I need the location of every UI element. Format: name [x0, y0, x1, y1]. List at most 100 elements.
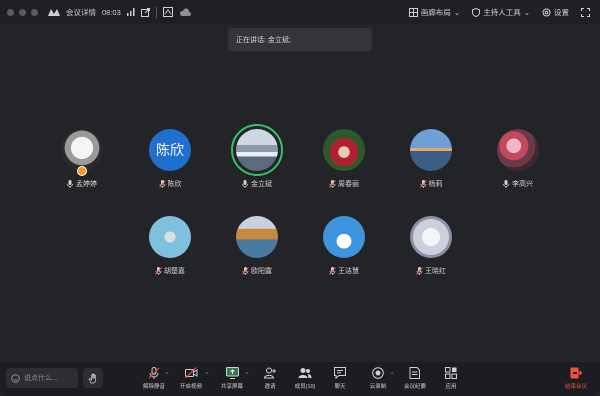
mic-off-icon: [329, 180, 336, 188]
avatar: [149, 216, 191, 258]
host-tools-button[interactable]: 主持人工具 ⌄: [472, 7, 530, 18]
participant-tile[interactable]: 陈欣 陈欣: [140, 129, 200, 189]
end-meeting-button[interactable]: 结束会议: [558, 367, 594, 390]
host-badge-icon: [77, 166, 87, 176]
avatar: [236, 129, 278, 171]
participant-tile[interactable]: 孟婷婷: [52, 129, 112, 189]
meeting-toolbar: 说点什么... 解除静音 ^ 开启视频 ^ 共享屏幕 ^ 邀请 成员(10) 聊…: [0, 362, 600, 396]
apps-grid-icon: [445, 367, 457, 379]
shield-icon: [472, 7, 481, 17]
share-screen-button[interactable]: 共享屏幕: [214, 367, 250, 390]
chevron-up-icon[interactable]: ^: [391, 372, 393, 378]
settings-button[interactable]: 设置: [542, 7, 569, 18]
participant-name: 杨莉: [428, 181, 443, 188]
members-button[interactable]: 成员(10): [287, 367, 323, 390]
zoom-window-button[interactable]: [31, 8, 38, 16]
record-icon: [372, 367, 384, 379]
mic-off-icon: [329, 267, 336, 275]
mic-on-icon: [67, 180, 73, 188]
mic-off-icon: [155, 267, 162, 275]
participant-name: 欧阳露: [251, 268, 272, 275]
chat-input[interactable]: 说点什么...: [6, 368, 78, 388]
minimize-window-button[interactable]: [19, 8, 26, 16]
divider: [155, 6, 157, 18]
apps-label: 应用: [445, 384, 457, 390]
raise-hand-button[interactable]: [83, 368, 103, 388]
chevron-up-icon[interactable]: ^: [206, 372, 208, 378]
close-window-button[interactable]: [7, 8, 14, 16]
participant-name: 孟婷婷: [76, 181, 97, 188]
chevron-up-icon[interactable]: ^: [246, 372, 248, 378]
host-tools-label: 主持人工具: [483, 7, 521, 17]
participant-name: 王晓红: [425, 268, 446, 275]
participant-tile[interactable]: 欧阳露: [227, 216, 287, 276]
meeting-minutes-button[interactable]: 会议纪要: [397, 367, 433, 390]
participant-name: 金立斌: [251, 181, 272, 188]
invite-icon: [264, 367, 276, 379]
avatar: [236, 216, 278, 258]
chat-placeholder: 说点什么...: [24, 375, 58, 382]
chevron-down-icon: ⌄: [523, 7, 530, 17]
apps-button[interactable]: 应用: [433, 367, 469, 390]
gear-icon: [542, 8, 551, 17]
end-meeting-label: 结束会议: [564, 384, 587, 390]
participant-name: 王洁慧: [338, 268, 359, 275]
mic-off-icon: [416, 267, 423, 275]
avatar: [497, 129, 539, 171]
cloud-record-label: 云录制: [369, 384, 387, 390]
settings-label: 设置: [554, 7, 569, 17]
mic-on-icon: [242, 180, 248, 188]
fullscreen-icon[interactable]: [581, 7, 590, 17]
mic-off-icon: [419, 180, 427, 188]
avatar: [410, 216, 452, 258]
mic-off-icon: [242, 267, 249, 275]
participant-tile[interactable]: 胡楚嘉: [140, 216, 200, 276]
unmute-label: 解除静音: [142, 384, 165, 390]
meeting-info-button[interactable]: 会议详情: [66, 7, 96, 18]
participant-tile[interactable]: 金立斌: [227, 124, 287, 189]
share-screen-label: 共享屏幕: [220, 384, 243, 390]
minutes-icon: [409, 367, 421, 379]
video-off-icon: [184, 367, 198, 379]
whiteboard-icon[interactable]: [162, 7, 173, 17]
active-speaker-toast: 正在讲话: 金立斌;: [228, 28, 372, 51]
participant-tile[interactable]: 李高兴: [488, 129, 548, 189]
app-logo-icon: [48, 8, 60, 16]
participant-tile[interactable]: 王晓红: [401, 216, 461, 276]
external-window-icon[interactable]: [140, 7, 150, 17]
emoji-icon[interactable]: [11, 373, 20, 383]
chat-button[interactable]: 聊天: [322, 367, 358, 390]
signal-icon[interactable]: [126, 8, 135, 16]
exit-icon: [570, 367, 582, 379]
cloud-record-button[interactable]: 云录制: [360, 367, 396, 390]
layout-button[interactable]: 画廊布局 ⌄: [408, 7, 461, 18]
members-icon: [298, 367, 312, 379]
participant-tile[interactable]: 王洁慧: [314, 216, 374, 276]
unmute-button[interactable]: 解除静音: [136, 367, 172, 390]
cloud-icon[interactable]: [179, 7, 191, 17]
avatar: [323, 129, 365, 171]
gallery-layout-icon: [408, 7, 418, 17]
chevron-up-icon[interactable]: ^: [166, 372, 168, 378]
chevron-down-icon: ⌄: [453, 7, 461, 17]
invite-button[interactable]: 邀请: [252, 367, 288, 390]
participant-tile[interactable]: 杨莉: [401, 129, 461, 189]
chat-label: 聊天: [334, 384, 346, 390]
meeting-duration: 08:03: [102, 7, 121, 17]
participant-name: 胡楚嘉: [164, 268, 185, 275]
start-video-button[interactable]: 开启视频: [173, 367, 209, 390]
members-label: 成员(10): [294, 384, 316, 390]
avatar: [410, 129, 452, 171]
mic-off-icon: [148, 367, 160, 379]
layout-label: 画廊布局: [420, 7, 451, 17]
mic-off-icon: [158, 180, 166, 188]
participant-tile[interactable]: 周春丽: [314, 129, 374, 189]
invite-label: 邀请: [264, 384, 276, 390]
meeting-minutes-label: 会议纪要: [403, 384, 426, 390]
hand-icon: [88, 373, 98, 384]
avatar: [323, 216, 365, 258]
avatar: 陈欣: [149, 129, 191, 171]
participant-name: 李高兴: [512, 181, 533, 188]
mic-on-icon: [503, 180, 509, 188]
window-controls: [7, 8, 38, 16]
